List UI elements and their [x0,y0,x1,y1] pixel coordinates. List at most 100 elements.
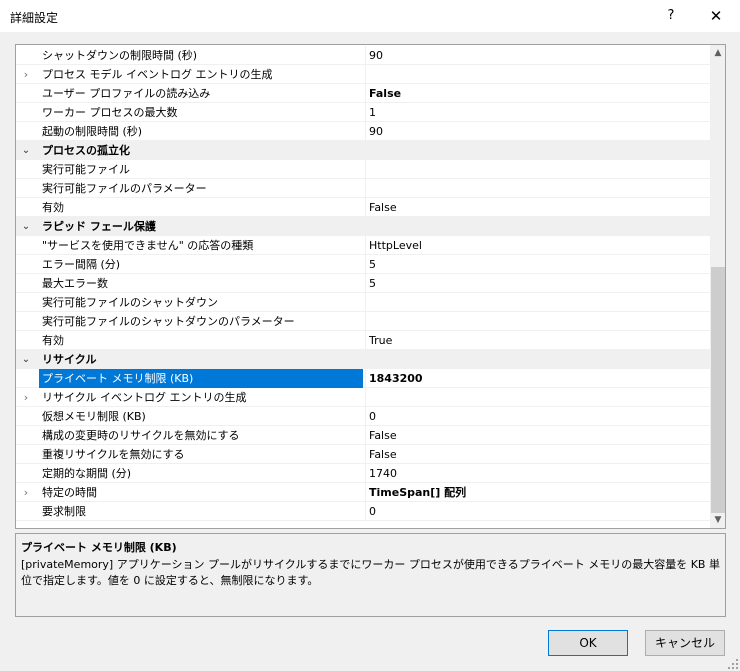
property-row[interactable]: プライベート メモリ制限 (KB) 1843200 [16,369,710,388]
property-name: 実行可能ファイル [42,163,130,176]
scroll-down-arrow-icon[interactable]: ▼ [710,512,725,528]
expand-chevron-icon [16,179,36,198]
property-value[interactable] [365,388,710,407]
property-row[interactable]: 有効 False [16,198,710,217]
property-grid[interactable]: シャットダウンの制限時間 (秒) 90 › プロセス モデル イベントログ エントリの… [15,44,726,529]
property-name: 実行可能ファイルのシャットダウンのパラメーター [42,315,295,328]
property-name: 最大エラー数 [42,277,108,290]
description-panel: プライベート メモリ制限 (KB) [privateMemory] アプリケーシ… [15,533,726,617]
property-row[interactable]: 仮想メモリ制限 (KB) 0 [16,407,710,426]
property-row[interactable]: エラー間隔 (分) 5 [16,255,710,274]
property-value[interactable]: 90 [365,46,710,65]
expand-chevron-icon[interactable]: › [16,65,36,84]
property-value[interactable]: False [365,198,710,217]
expand-chevron-icon[interactable]: › [16,483,36,502]
collapse-chevron-icon[interactable]: ⌄ [16,350,36,369]
close-button[interactable]: ✕ [703,4,729,28]
property-row[interactable]: ユーザー プロファイルの読み込み False [16,84,710,103]
property-row[interactable]: 実行可能ファイル [16,160,710,179]
expand-chevron-icon [16,122,36,141]
collapse-chevron-icon[interactable]: ⌄ [16,217,36,236]
property-name: リサイクル イベントログ エントリの生成 [42,391,247,404]
property-name: 要求制限 [42,505,86,518]
expand-chevron-icon [16,407,36,426]
description-title: プライベート メモリ制限 (KB) [21,541,177,554]
property-value[interactable]: HttpLevel [365,236,710,255]
category-row[interactable]: ⌄ リサイクル [16,350,710,369]
title-bar: 詳細設定 ? ✕ [0,0,740,32]
expand-chevron-icon [16,103,36,122]
property-row[interactable]: › リサイクル イベントログ エントリの生成 [16,388,710,407]
property-row[interactable]: 要求制限 0 [16,502,710,521]
property-row[interactable]: 最大エラー数 5 [16,274,710,293]
property-row[interactable]: "サービスを使用できません" の応答の種類 HttpLevel [16,236,710,255]
property-row[interactable]: 有効 True [16,331,710,350]
property-name: 起動の制限時間 (秒) [42,125,143,138]
property-value[interactable]: 0 [365,407,710,426]
property-value[interactable] [365,160,710,179]
property-name: ワーカー プロセスの最大数 [42,106,178,119]
property-value[interactable]: 1740 [365,464,710,483]
scroll-up-arrow-icon[interactable]: ▲ [710,45,725,61]
window-title: 詳細設定 [10,11,59,25]
property-value[interactable]: 5 [365,255,710,274]
property-value[interactable] [365,312,710,331]
property-row[interactable]: 実行可能ファイルのパラメーター [16,179,710,198]
property-row[interactable]: 重複リサイクルを無効にする False [16,445,710,464]
category-row[interactable]: ⌄ プロセスの孤立化 [16,141,710,160]
expand-chevron-icon [16,198,36,217]
property-name: 有効 [42,201,64,214]
property-value[interactable]: 1843200 [365,369,710,388]
property-name: 実行可能ファイルのシャットダウン [42,296,218,309]
property-value[interactable] [365,179,710,198]
property-row[interactable]: 起動の制限時間 (秒) 90 [16,122,710,141]
property-row[interactable]: ワーカー プロセスの最大数 1 [16,103,710,122]
expand-chevron-icon [16,236,36,255]
expand-chevron-icon [16,46,36,65]
property-name: 実行可能ファイルのパラメーター [42,182,207,195]
property-name: 特定の時間 [42,486,97,499]
category-label: プロセスの孤立化 [42,144,130,157]
expand-chevron-icon[interactable]: › [16,388,36,407]
expand-chevron-icon [16,312,36,331]
property-row[interactable]: 定期的な期間 (分) 1740 [16,464,710,483]
property-name: 構成の変更時のリサイクルを無効にする [42,429,240,442]
scroll-thumb[interactable] [711,267,725,513]
property-value[interactable]: 90 [365,122,710,141]
property-row[interactable]: › プロセス モデル イベントログ エントリの生成 [16,65,710,84]
property-row[interactable]: 構成の変更時のリサイクルを無効にする False [16,426,710,445]
resize-grip-icon[interactable] [728,659,738,669]
ok-button[interactable]: OK [548,630,628,656]
cancel-button[interactable]: キャンセル [645,630,725,656]
property-name: 有効 [42,334,64,347]
category-label: リサイクル [42,353,97,366]
property-value[interactable]: 5 [365,274,710,293]
property-value[interactable]: False [365,84,710,103]
property-name: プロセス モデル イベントログ エントリの生成 [42,68,273,81]
category-label: ラピッド フェール保護 [42,220,156,233]
property-row[interactable]: 実行可能ファイルのシャットダウン [16,293,710,312]
expand-chevron-icon [16,274,36,293]
property-value[interactable] [365,293,710,312]
property-value[interactable]: 0 [365,502,710,521]
collapse-chevron-icon[interactable]: ⌄ [16,141,36,160]
property-name: ユーザー プロファイルの読み込み [42,87,211,100]
expand-chevron-icon [16,255,36,274]
property-value[interactable]: False [365,445,710,464]
property-value[interactable]: False [365,426,710,445]
property-value[interactable] [365,65,710,84]
property-name: "サービスを使用できません" の応答の種類 [42,239,254,252]
vertical-scrollbar[interactable]: ▲ ▼ [710,45,725,528]
expand-chevron-icon [16,464,36,483]
expand-chevron-icon [16,369,36,388]
expand-chevron-icon [16,426,36,445]
category-row[interactable]: ⌄ ラピッド フェール保護 [16,217,710,236]
property-value[interactable]: TimeSpan[] 配列 [365,483,710,502]
property-value[interactable]: 1 [365,103,710,122]
property-row[interactable]: シャットダウンの制限時間 (秒) 90 [16,46,710,65]
expand-chevron-icon [16,331,36,350]
property-row[interactable]: 実行可能ファイルのシャットダウンのパラメーター [16,312,710,331]
property-row[interactable]: › 特定の時間 TimeSpan[] 配列 [16,483,710,502]
property-value[interactable]: True [365,331,710,350]
help-button[interactable]: ? [658,4,684,28]
